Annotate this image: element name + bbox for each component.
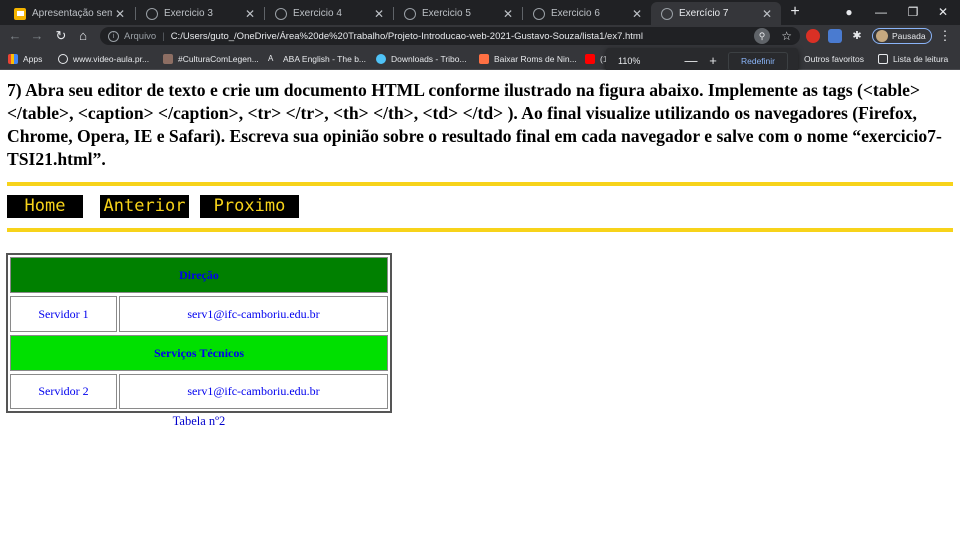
tab-exercicio-4[interactable]: Exercicio 4 ✕	[265, 2, 393, 25]
avatar	[876, 30, 888, 42]
profile-button[interactable]: Pausada	[872, 28, 932, 44]
rom-site-icon	[479, 53, 489, 64]
reading-list-icon	[878, 53, 888, 64]
reload-icon[interactable]: ↻	[52, 27, 70, 45]
bookmark-youtube[interactable]: (1	[585, 51, 608, 66]
table-header-servicos-tecnicos: Serviços Técnicos	[10, 335, 388, 371]
bookmark-apps[interactable]: Apps	[8, 51, 42, 66]
globe-icon	[533, 7, 545, 20]
bookmark-other-favorites[interactable]: Outros favoritos	[804, 51, 864, 66]
url-text[interactable]: C:/Users/guto_/OneDrive/Área%20de%20Trab…	[171, 31, 643, 42]
zoom-in-button[interactable]: +	[706, 53, 720, 68]
top-rule	[7, 182, 953, 186]
tab-search-icon[interactable]: ●	[834, 2, 864, 22]
apps-grid-icon	[8, 53, 18, 64]
tab-exercicio-3[interactable]: Exercicio 3 ✕	[136, 2, 264, 25]
globe-icon	[661, 7, 673, 20]
close-icon[interactable]: ✕	[500, 7, 516, 21]
zoom-level: 110%	[618, 56, 641, 66]
image-icon	[163, 53, 173, 64]
extensions-puzzle-icon[interactable]: ✱	[850, 29, 864, 43]
youtube-icon	[585, 53, 595, 64]
close-icon[interactable]: ✕	[759, 7, 775, 21]
globe-icon	[275, 7, 287, 20]
address-bar[interactable]: i Arquivo | C:/Users/guto_/OneDrive/Área…	[100, 27, 800, 45]
table-cell-name: Servidor 2	[10, 374, 117, 409]
bookmark-downloads[interactable]: Downloads - Tribo...	[376, 51, 467, 66]
bookmarks-bar: Apps www.video-aula.pr... #CulturaComLeg…	[0, 47, 960, 70]
zoom-reset-button[interactable]: Redefinir	[728, 52, 788, 71]
table-cell-email: serv1@ifc-camboriu.edu.br	[119, 296, 388, 332]
slides-icon	[14, 7, 26, 20]
staff-table: Direção Servidor 1 serv1@ifc-camboriu.ed…	[6, 253, 392, 413]
tab-bar: Apresentação sem títu ✕ Exercicio 3 ✕ Ex…	[0, 0, 960, 25]
restore-icon[interactable]: ❐	[898, 2, 928, 22]
minimize-icon[interactable]: —	[866, 2, 896, 22]
globe-icon	[404, 7, 416, 20]
zoom-out-button[interactable]: —	[684, 53, 698, 68]
address-divider: |	[162, 30, 165, 42]
close-icon[interactable]: ✕	[112, 7, 128, 21]
page-content: 7) Abra seu editor de texto e crie um do…	[0, 70, 960, 540]
menu-icon[interactable]: ⋮	[938, 27, 952, 45]
security-label: Arquivo	[124, 30, 157, 42]
forward-icon[interactable]: →	[28, 27, 46, 45]
tab-apresentacao[interactable]: Apresentação sem títu ✕	[4, 2, 134, 25]
bookmark-cultura[interactable]: #CulturaComLegen...	[163, 51, 259, 66]
table-caption: Tabela nº2	[172, 414, 226, 428]
close-icon[interactable]: ✕	[629, 7, 645, 21]
translate-icon[interactable]	[828, 29, 842, 43]
close-icon[interactable]: ✕	[371, 7, 387, 21]
bookmark-aba-english[interactable]: A ABA English - The b...	[268, 51, 366, 66]
zoom-icon[interactable]: ⚲	[754, 28, 770, 44]
nav-proximo-link[interactable]: Proximo	[200, 195, 299, 218]
tab-exercicio-6[interactable]: Exercicio 6 ✕	[523, 2, 651, 25]
exercise-statement: 7) Abra seu editor de texto e crie um do…	[7, 80, 942, 169]
bookmark-star-icon[interactable]: ☆	[781, 27, 792, 45]
globe-icon	[146, 7, 158, 20]
new-tab-button[interactable]: +	[786, 3, 804, 21]
extension-icon[interactable]	[806, 29, 820, 43]
close-icon[interactable]: ✕	[242, 7, 258, 21]
bookmark-baixar-roms[interactable]: Baixar Roms de Nin...	[479, 51, 577, 66]
globe-icon	[58, 53, 68, 64]
browser-toolbar: ← → ↻ ⌂ i Arquivo | C:/Users/guto_/OneDr…	[0, 25, 960, 47]
bookmark-video-aula[interactable]: www.video-aula.pr...	[58, 51, 149, 66]
table-header-direcao: Direção	[10, 257, 388, 293]
aba-logo-icon: A	[268, 53, 274, 63]
nav-anterior-link[interactable]: Anterior	[100, 195, 189, 218]
info-icon[interactable]: i	[108, 30, 119, 42]
home-icon[interactable]: ⌂	[74, 27, 92, 45]
download-icon	[376, 53, 386, 64]
tab-exercicio-7[interactable]: Exercício 7 ✕	[651, 2, 781, 25]
window-close-icon[interactable]: ✕	[928, 2, 958, 22]
table-cell-name: Servidor 1	[10, 296, 117, 332]
reading-list-button[interactable]: Lista de leitura	[878, 51, 948, 66]
tab-exercicio-5[interactable]: Exercicio 5 ✕	[394, 2, 522, 25]
nav-home-link[interactable]: Home	[7, 195, 83, 218]
bottom-rule	[7, 228, 953, 232]
table-cell-email: serv1@ifc-camboriu.edu.br	[119, 374, 388, 409]
back-icon[interactable]: ←	[6, 27, 24, 45]
